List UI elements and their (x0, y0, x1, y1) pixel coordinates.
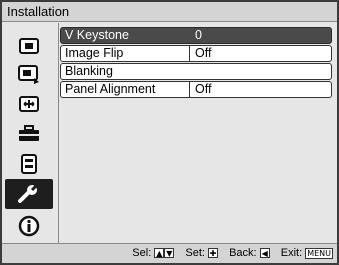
menu-row-blanking[interactable]: Blanking (60, 63, 332, 80)
menu-row-label: V Keystone (65, 28, 129, 42)
picture-icon[interactable] (5, 31, 53, 61)
information-icon[interactable] (5, 211, 53, 241)
menu-row-label: Blanking (65, 64, 113, 78)
setup-icon[interactable] (5, 119, 53, 149)
row-divider (189, 82, 190, 97)
menu-window: Installation V Keystone 0 Image Flip Off… (0, 0, 339, 265)
hint-set: Set: ✚ (185, 247, 221, 259)
hint-back-label: Back: (229, 247, 257, 259)
menu-row-image-flip[interactable]: Image Flip Off (60, 45, 332, 62)
menu-row-label: Panel Alignment (65, 82, 156, 96)
function-icon[interactable] (5, 149, 53, 179)
installation-icon[interactable] (5, 179, 53, 209)
hint-set-label: Set: (185, 247, 205, 259)
hint-back: Back: ◀ (229, 247, 273, 259)
help-bar: Sel: ▲ ▼ Set: ✚ Back: ◀ Exit: MENU (2, 243, 337, 263)
up-arrow-key-icon: ▲ (154, 248, 165, 259)
menu-sidebar (2, 23, 59, 244)
advanced-picture-icon[interactable] (5, 60, 53, 90)
menu-row-value: Off (195, 46, 212, 60)
menu-row-value: 0 (195, 28, 202, 42)
menu-row-panel-alignment[interactable]: Panel Alignment Off (60, 81, 332, 98)
menu-row-label: Image Flip (65, 46, 124, 60)
menu-key-icon: MENU (305, 247, 333, 259)
menu-row-value: Off (195, 82, 212, 96)
down-arrow-key-icon: ▼ (164, 248, 175, 259)
hint-exit: Exit: MENU (281, 247, 333, 259)
menu-list: V Keystone 0 Image Flip Off Blanking Pan… (60, 27, 332, 99)
hint-select: Sel: ▲ ▼ (132, 247, 177, 259)
enter-key-icon: ✚ (208, 248, 219, 259)
menu-title: Installation (2, 2, 337, 22)
left-arrow-key-icon: ◀ (259, 248, 270, 259)
row-divider (189, 46, 190, 61)
hint-exit-label: Exit: (280, 247, 303, 259)
hint-select-label: Sel: (132, 247, 152, 259)
screen-icon[interactable] (5, 89, 53, 119)
menu-row-v-keystone[interactable]: V Keystone 0 (60, 27, 332, 44)
